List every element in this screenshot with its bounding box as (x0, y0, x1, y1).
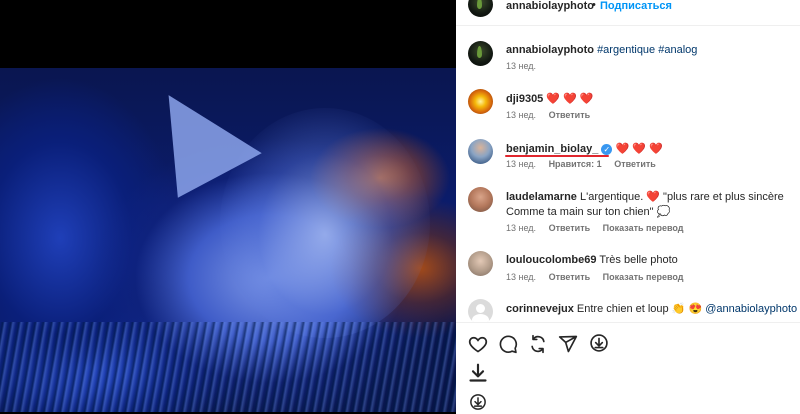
comment-item: corinnevejux Entre chien et loup 👏 😍 @an… (456, 299, 800, 322)
comment-time[interactable]: 13 нед. (506, 110, 536, 120)
comment-meta: 13 нед. Нравится: 1 Ответить (506, 159, 666, 169)
commenter-username[interactable]: dji9305 (506, 93, 543, 105)
comment-time[interactable]: 13 нед. (506, 159, 536, 169)
reply-button[interactable]: Ответить (549, 110, 591, 120)
post-sidebar: annabiolayphoto • Подписаться annabiolay… (456, 0, 800, 414)
post-actions (456, 322, 800, 414)
download-icon[interactable] (468, 363, 488, 383)
caption: annabiolayphoto #argentique #analog 13 н… (456, 41, 800, 71)
comment-text-line: dji9305 ❤️ ❤️ ❤️ (506, 92, 594, 105)
commenter-username[interactable]: corinnevejux (506, 303, 574, 315)
comment-meta: 13 нед. Ответить (506, 110, 600, 120)
send-icon[interactable] (558, 334, 578, 354)
verified-badge-icon: ✓ (601, 144, 613, 155)
reply-button[interactable]: Ответить (549, 223, 591, 233)
annotation-underline (505, 155, 609, 157)
heart-icon[interactable] (468, 334, 488, 354)
comment-time[interactable]: 13 нед. (506, 223, 536, 233)
caption-username[interactable]: annabiolayphoto (506, 44, 594, 56)
comment-text-line: corinnevejux Entre chien et loup 👏 😍 @an… (506, 302, 797, 315)
commenter-avatar[interactable] (468, 89, 493, 114)
comment-meta: 13 нед. Ответить Показать перевод (506, 272, 694, 282)
post-header: annabiolayphoto • Подписаться (456, 0, 800, 26)
comment-icon[interactable] (498, 334, 518, 354)
reply-button[interactable]: Ответить (549, 272, 591, 282)
commenter-username[interactable]: louloucolombe69 (506, 254, 596, 266)
comment-text: Très belle photo (599, 254, 678, 266)
author-avatar[interactable] (468, 0, 493, 17)
show-translation-button[interactable]: Показать перевод (603, 223, 684, 233)
comment-item: dji9305 ❤️ ❤️ ❤️ 13 нед. Ответить (456, 89, 800, 120)
comment-text-line-2: Comme ta main sur ton chien" 💭 (506, 206, 671, 218)
comment-text: ❤️ ❤️ ❤️ (546, 93, 594, 105)
comment-text-line: benjamin_biolay_ ✓ ❤️ ❤️ ❤️ (506, 142, 663, 155)
caption-hashtags[interactable]: #argentique #analog (597, 44, 697, 56)
comment-text-line: laudelamarne L'argentique. ❤️ "plus rare… (506, 190, 784, 203)
commenter-avatar[interactable] (468, 139, 493, 164)
caption-avatar[interactable] (468, 41, 493, 66)
download-circle-icon[interactable] (589, 333, 609, 353)
comment-time[interactable]: 13 нед. (506, 272, 536, 282)
photo-grass (0, 322, 456, 412)
caption-meta: 13 нед. (506, 61, 546, 71)
likes-count[interactable]: Нравится: 1 (549, 159, 602, 169)
comment-text: L'argentique. ❤️ "plus rare et plus sinc… (579, 191, 784, 203)
comment-text-line: louloucolombe69 Très belle photo (506, 254, 678, 266)
commenter-username[interactable]: benjamin_biolay_ (506, 143, 598, 155)
repost-icon[interactable] (528, 334, 548, 354)
comment-meta: 13 нед. Ответить Показать перевод (506, 223, 694, 233)
commenter-avatar[interactable] (468, 187, 493, 212)
commenter-username[interactable]: laudelamarne (506, 191, 577, 203)
header-separator: • (592, 0, 596, 11)
comment-item: benjamin_biolay_ ✓ ❤️ ❤️ ❤️ 13 нед. Нрав… (456, 139, 800, 171)
caption-text-line: annabiolayphoto #argentique #analog (506, 44, 697, 56)
reply-button[interactable]: Ответить (614, 159, 656, 169)
follow-button[interactable]: Подписаться (600, 0, 672, 12)
commenter-avatar[interactable] (468, 299, 493, 322)
show-translation-button[interactable]: Показать перевод (603, 272, 684, 282)
comment-text: ❤️ ❤️ ❤️ (615, 143, 663, 155)
post-media[interactable] (0, 0, 456, 414)
post-photo[interactable] (0, 68, 456, 412)
comment-mention[interactable]: @annabiolayphoto (705, 303, 797, 315)
comment-item: louloucolombe69 Très belle photo 13 нед.… (456, 251, 800, 283)
download-circle-icon[interactable] (469, 393, 487, 411)
comment-text: Entre chien et loup 👏 😍 (576, 303, 703, 315)
comment-item: laudelamarne L'argentique. ❤️ "plus rare… (456, 187, 800, 235)
commenter-avatar[interactable] (468, 251, 493, 276)
caption-time[interactable]: 13 нед. (506, 61, 536, 71)
author-username[interactable]: annabiolayphoto (506, 0, 594, 12)
